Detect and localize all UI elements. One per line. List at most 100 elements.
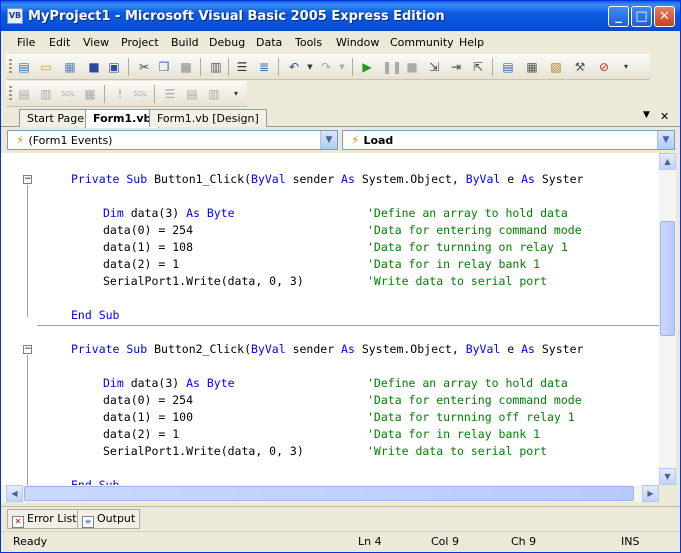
- tool-window-tabs: ✕ Error List ≡ Output: [1, 506, 680, 530]
- undo-icon[interactable]: ↶: [286, 59, 302, 75]
- object-browser-icon[interactable]: ▧: [548, 59, 564, 75]
- add-item-icon[interactable]: ▤: [16, 59, 32, 75]
- close-document-icon[interactable]: ✕: [660, 110, 669, 123]
- save-icon[interactable]: ■: [86, 59, 102, 75]
- outdent-icon[interactable]: ▤: [184, 86, 200, 102]
- indent-icon[interactable]: ☰: [162, 86, 178, 102]
- chevron-down-icon[interactable]: ▼: [320, 131, 337, 149]
- toolbar-overflow-icon[interactable]: ▾: [228, 86, 244, 102]
- status-insert-mode: INS: [621, 535, 640, 548]
- pause-icon[interactable]: ❚❚: [382, 59, 402, 75]
- code-line: data(0) = 254 'Data for entering command …: [103, 393, 582, 407]
- code-line: End Sub: [71, 308, 120, 322]
- vertical-scrollbar[interactable]: ▲ ▼: [659, 153, 676, 485]
- toolbar-grip[interactable]: [9, 86, 12, 102]
- standard-toolbar: ▤ ▭ ▦ ■ ▣ ✂ ❐ ▩ ▥ ☰ ≣ ↶ ▼ ↷ ▼ ▶ ❚❚ ■ ⇲ ⇥…: [6, 54, 650, 80]
- menu-edit[interactable]: Edit: [49, 36, 70, 49]
- title-bar[interactable]: VB MyProject1 - Microsoft Visual Basic 2…: [1, 1, 680, 31]
- scroll-down-icon[interactable]: ▼: [659, 468, 676, 485]
- menu-view[interactable]: View: [83, 36, 109, 49]
- method-name-value: Load: [363, 134, 394, 147]
- exclamation-icon[interactable]: !: [112, 86, 128, 102]
- scroll-up-icon[interactable]: ▲: [659, 153, 676, 170]
- code-line: data(0) = 254 'Data for entering command …: [103, 223, 582, 237]
- member-list-icon[interactable]: ▤: [16, 86, 32, 102]
- parameter-info-icon[interactable]: ▥: [38, 86, 54, 102]
- code-line: data(1) = 100 'Data for turnning off rela…: [103, 410, 575, 424]
- paste-icon[interactable]: ▩: [178, 59, 194, 75]
- menu-project[interactable]: Project: [121, 36, 159, 49]
- method-name-combo[interactable]: ⚡ Load ▼: [342, 130, 675, 150]
- code-line: End Sub: [71, 478, 120, 485]
- ide-window: VB MyProject1 - Microsoft Visual Basic 2…: [0, 0, 681, 553]
- menu-debug[interactable]: Debug: [209, 36, 245, 49]
- document-tab-row: Start Page Form1.vb Form1.vb [Design] ▼ …: [1, 107, 680, 128]
- menu-tools[interactable]: Tools: [295, 36, 322, 49]
- tab-form1-design[interactable]: Form1.vb [Design]: [149, 109, 267, 127]
- class-name-value: (Form1 Events): [28, 134, 113, 147]
- uncomment-icon[interactable]: ≣: [256, 59, 272, 75]
- menu-help[interactable]: Help: [459, 36, 484, 49]
- code-editor[interactable]: − − Private Sub Button1_Click(ByVal send…: [1, 153, 659, 485]
- class-name-combo[interactable]: ⚡ (Form1 Events) ▼: [7, 130, 338, 150]
- stop-icon[interactable]: ■: [404, 59, 420, 75]
- add-icon[interactable]: ▦: [62, 59, 78, 75]
- vertical-scroll-thumb[interactable]: [660, 221, 675, 336]
- step-over-icon[interactable]: ⇥: [448, 59, 464, 75]
- menu-build[interactable]: Build: [171, 36, 199, 49]
- vb-app-icon[interactable]: VB: [7, 8, 23, 24]
- bookmark-icon[interactable]: ▥: [206, 86, 222, 102]
- options-icon[interactable]: ⊘: [596, 59, 612, 75]
- step-out-icon[interactable]: ⇱: [470, 59, 486, 75]
- menu-window[interactable]: Window: [336, 36, 379, 49]
- code-line: Private Sub Button1_Click(ByVal sender A…: [71, 172, 584, 186]
- cut-icon[interactable]: ✂: [136, 59, 152, 75]
- status-column: Col 9: [431, 535, 459, 548]
- solution-explorer-icon[interactable]: ▤: [500, 59, 516, 75]
- method-separator: [37, 325, 659, 326]
- horizontal-scrollbar[interactable]: ◀ ▶: [1, 485, 676, 502]
- code-line: data(2) = 1 'Data for in relay bank 1: [103, 257, 541, 271]
- sql-verify-icon[interactable]: SQL: [132, 86, 148, 102]
- menu-file[interactable]: File: [17, 36, 35, 49]
- status-bar: Ready Ln 4 Col 9 Ch 9 INS: [1, 531, 680, 552]
- status-text: Ready: [13, 535, 48, 548]
- comment-icon[interactable]: ☰: [234, 59, 250, 75]
- code-line: data(1) = 108 'Data for turnning on relay…: [103, 240, 568, 254]
- tab-error-list[interactable]: ✕ Error List: [7, 509, 82, 529]
- menu-data[interactable]: Data: [256, 36, 282, 49]
- error-list-icon: ✕: [12, 516, 24, 528]
- toolbox-icon[interactable]: ⚒: [572, 59, 588, 75]
- sql-icon[interactable]: SQL: [60, 86, 76, 102]
- scroll-right-icon[interactable]: ▶: [642, 485, 659, 502]
- status-line: Ln 4: [358, 535, 382, 548]
- tab-start-page[interactable]: Start Page: [19, 109, 92, 127]
- menu-community[interactable]: Community: [390, 36, 454, 49]
- redo-dropdown-icon[interactable]: ▼: [334, 59, 350, 75]
- toolbar-overflow-icon[interactable]: ▾: [618, 59, 634, 75]
- minimize-button[interactable]: _: [608, 6, 629, 27]
- tab-error-list-label: Error List: [27, 512, 77, 525]
- quick-info-icon[interactable]: ▦: [82, 86, 98, 102]
- text-editor-toolbar: ▤ ▥ SQL ▦ ! SQL ☰ ▤ ▥ ▾: [6, 81, 247, 107]
- start-debug-icon[interactable]: ▶: [359, 59, 375, 75]
- copy-icon[interactable]: ❐: [156, 59, 172, 75]
- maximize-button[interactable]: □: [631, 6, 652, 27]
- close-button[interactable]: ✕: [654, 6, 675, 27]
- toolbar-grip[interactable]: [9, 59, 12, 75]
- tab-dropdown-icon[interactable]: ▼: [643, 110, 650, 120]
- find-icon[interactable]: ▥: [208, 59, 224, 75]
- events-icon: ⚡: [16, 133, 25, 147]
- horizontal-scroll-thumb[interactable]: [24, 486, 634, 501]
- properties-icon[interactable]: ▦: [524, 59, 540, 75]
- redo-icon[interactable]: ↷: [318, 59, 334, 75]
- chevron-down-icon[interactable]: ▼: [657, 131, 674, 149]
- open-icon[interactable]: ▭: [38, 59, 54, 75]
- scrollbar-corner: [659, 485, 676, 502]
- undo-dropdown-icon[interactable]: ▼: [302, 59, 318, 75]
- save-all-icon[interactable]: ▣: [106, 59, 122, 75]
- tab-output[interactable]: ≡ Output: [77, 509, 141, 529]
- code-line: SerialPort1.Write(data, 0, 3) 'Write data…: [103, 444, 548, 458]
- scroll-left-icon[interactable]: ◀: [6, 485, 23, 502]
- step-into-icon[interactable]: ⇲: [426, 59, 442, 75]
